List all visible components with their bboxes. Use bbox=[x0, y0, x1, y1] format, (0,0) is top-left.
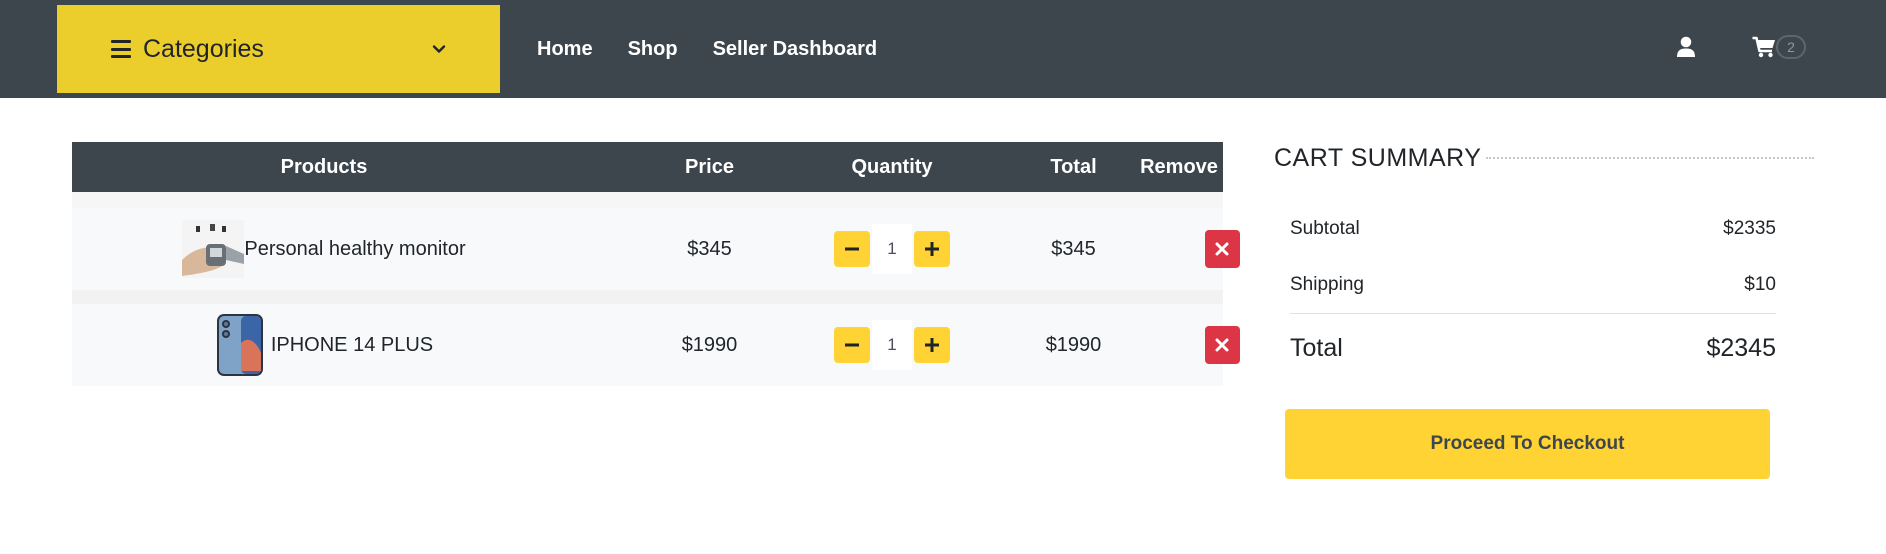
total-cell: $345 bbox=[1051, 237, 1096, 260]
quantity-input[interactable] bbox=[872, 224, 912, 274]
cart-table: Products Price Quantity Total Remove Per… bbox=[72, 142, 1240, 386]
minus-icon bbox=[845, 343, 859, 347]
product-image-iphone bbox=[216, 314, 263, 376]
table-spacer bbox=[72, 192, 1223, 208]
cart-summary-title: CART SUMMARY bbox=[1274, 144, 1482, 172]
shipping-label: Shipping bbox=[1290, 274, 1364, 295]
nav-link-seller-dashboard[interactable]: Seller Dashboard bbox=[713, 38, 878, 61]
total-cell: $1990 bbox=[1045, 333, 1102, 356]
subtotal-label: Subtotal bbox=[1290, 218, 1360, 239]
categories-dropdown-button[interactable]: Categories bbox=[57, 5, 500, 93]
product-cell: IPHONE 14 PLUS bbox=[72, 304, 576, 386]
total-row: Total $2345 bbox=[1290, 334, 1776, 363]
cart-icon[interactable] bbox=[1752, 36, 1776, 58]
categories-label: Categories bbox=[143, 34, 264, 63]
close-icon bbox=[1215, 242, 1229, 256]
product-cell: Personal healthy monitor bbox=[72, 208, 576, 290]
summary-divider bbox=[1290, 313, 1776, 314]
header-products: Products bbox=[280, 156, 368, 178]
subtotal-row: Subtotal $2335 bbox=[1290, 218, 1776, 240]
title-divider bbox=[1486, 157, 1814, 159]
product-image-health-monitor bbox=[182, 220, 245, 278]
row-separator bbox=[72, 290, 1223, 304]
header-remove: Remove bbox=[1140, 156, 1218, 178]
cart-count-badge: 2 bbox=[1776, 35, 1806, 59]
shipping-row: Shipping $10 bbox=[1290, 274, 1776, 296]
remove-cell bbox=[1172, 304, 1272, 386]
remove-item-button[interactable] bbox=[1204, 326, 1240, 364]
remove-item-button[interactable] bbox=[1204, 230, 1240, 268]
product-name: Personal healthy monitor bbox=[244, 237, 466, 260]
plus-icon bbox=[925, 242, 939, 256]
navbar: Categories Home Shop Seller Dashboard 2 bbox=[0, 0, 1886, 98]
table-header: Products Price Quantity Total Remove bbox=[72, 142, 1223, 192]
subtotal-value: $2335 bbox=[1723, 218, 1776, 239]
chevron-down-icon bbox=[432, 45, 446, 53]
table-row: Personal healthy monitor $345 $345 bbox=[72, 208, 1240, 290]
table-row: IPHONE 14 PLUS $1990 $1990 bbox=[72, 304, 1240, 386]
nav-link-shop[interactable]: Shop bbox=[628, 38, 678, 61]
plus-icon bbox=[925, 338, 939, 352]
shipping-value: $10 bbox=[1744, 274, 1776, 295]
close-icon bbox=[1215, 338, 1229, 352]
bars-icon bbox=[111, 40, 131, 58]
product-name: IPHONE 14 PLUS bbox=[270, 333, 434, 356]
nav-links: Home Shop Seller Dashboard bbox=[537, 0, 912, 98]
quantity-input[interactable] bbox=[872, 320, 912, 370]
total-label: Total bbox=[1290, 334, 1343, 362]
cart-summary: Subtotal $2335 Shipping $10 Total $2345 bbox=[1290, 218, 1776, 363]
decrease-quantity-button[interactable] bbox=[834, 231, 870, 267]
remove-cell bbox=[1172, 208, 1272, 290]
nav-link-home[interactable]: Home bbox=[537, 38, 593, 61]
proceed-to-checkout-button[interactable]: Proceed To Checkout bbox=[1285, 409, 1770, 479]
total-value: $2345 bbox=[1706, 334, 1776, 362]
minus-icon bbox=[845, 247, 859, 251]
decrease-quantity-button[interactable] bbox=[834, 327, 870, 363]
user-icon[interactable] bbox=[1676, 36, 1696, 58]
